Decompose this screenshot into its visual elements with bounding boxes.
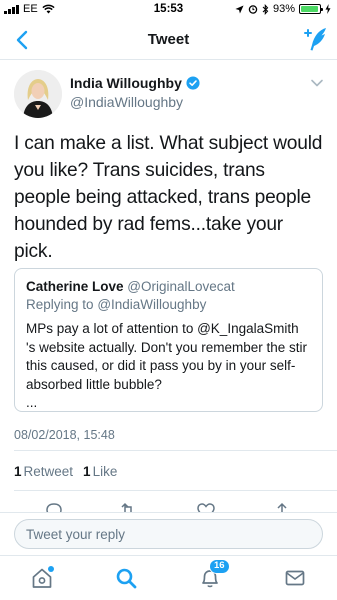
compose-tweet-icon xyxy=(304,28,326,51)
alarm-icon xyxy=(248,5,258,14)
reply-bar xyxy=(0,512,337,554)
author-handle[interactable]: @IndiaWilloughby xyxy=(70,94,183,110)
avatar[interactable] xyxy=(14,70,62,118)
notifications-badge: 16 xyxy=(209,559,230,574)
tab-bar: 16 xyxy=(0,555,337,600)
compose-tweet-button[interactable] xyxy=(303,26,329,52)
navigation-bar: Tweet xyxy=(0,20,337,60)
quoted-author-name: Catherine Love xyxy=(26,279,124,294)
chevron-down-icon[interactable] xyxy=(310,76,324,90)
tweet-stats: 1 Retweet 1 Like xyxy=(14,464,117,479)
verified-badge-icon xyxy=(186,76,200,90)
retweet-label: Retweet xyxy=(23,464,74,479)
location-arrow-icon xyxy=(235,4,244,14)
like-stat[interactable]: 1 Like xyxy=(83,464,117,479)
tweet-timestamp: 08/02/2018, 15:48 xyxy=(14,428,115,442)
battery-icon xyxy=(299,4,323,14)
search-icon xyxy=(116,568,137,589)
tab-messages[interactable] xyxy=(283,566,307,590)
avatar-image xyxy=(14,70,62,118)
divider xyxy=(14,490,337,491)
author-name-row: India Willoughby xyxy=(70,75,200,91)
home-unread-dot xyxy=(48,566,54,572)
tweet-text: I can make a list. What subject would yo… xyxy=(14,133,323,262)
quoted-tweet-body: MPs pay a lot of attention to @K_IngalaS… xyxy=(26,321,308,392)
tweet-header: India Willoughby @IndiaWilloughby xyxy=(14,70,324,120)
quoted-tweet-text: MPs pay a lot of attention to @K_IngalaS… xyxy=(26,320,311,413)
tab-home[interactable] xyxy=(30,566,54,590)
divider xyxy=(14,450,337,451)
tab-search[interactable] xyxy=(114,566,138,590)
reply-input[interactable] xyxy=(14,519,323,549)
replying-handle: @IndiaWilloughby xyxy=(97,297,207,312)
charging-bolt-icon xyxy=(325,4,331,14)
page-title: Tweet xyxy=(147,31,190,48)
replying-prefix: Replying to xyxy=(26,297,94,312)
battery-percent: 93% xyxy=(272,3,295,15)
status-bar: EE 15:53 93% xyxy=(0,0,337,20)
messages-icon xyxy=(285,570,305,586)
quoted-tweet-ellipsis: ... xyxy=(26,395,38,410)
quoted-replying-to: Replying to @IndiaWilloughby xyxy=(26,295,311,314)
like-count: 1 xyxy=(83,464,91,479)
quoted-author-handle: @OriginalLovecat xyxy=(127,279,235,294)
retweet-count: 1 xyxy=(14,464,22,479)
bluetooth-icon xyxy=(262,3,269,15)
retweet-stat[interactable]: 1 Retweet xyxy=(14,464,73,479)
quoted-tweet-author: Catherine Love @OriginalLovecat xyxy=(26,278,311,295)
like-label: Like xyxy=(92,464,118,479)
battery-fill xyxy=(301,6,318,12)
tab-notifications[interactable]: 16 xyxy=(198,559,230,590)
author-name[interactable]: India Willoughby xyxy=(70,75,182,91)
status-right: 93% xyxy=(235,3,331,15)
quoted-tweet[interactable]: Catherine Love @OriginalLovecat Replying… xyxy=(14,268,323,412)
